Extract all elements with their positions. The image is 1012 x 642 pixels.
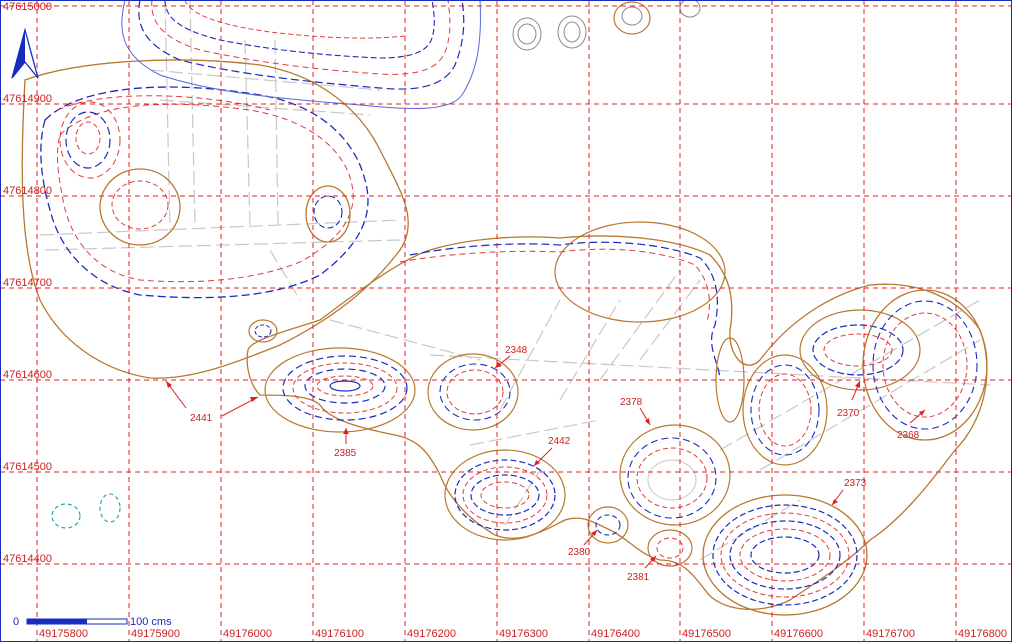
x-coordinate-label: 49176800 — [958, 628, 1007, 640]
x-coordinate-label: 49176100 — [315, 628, 364, 640]
y-coordinate-label: 47615000 — [3, 1, 52, 13]
label-2368: 2368 — [897, 430, 920, 441]
scale-start-label: 0 — [13, 616, 19, 628]
x-coordinate-label: 49176200 — [407, 628, 456, 640]
scale-end-label: 100 cms — [130, 616, 172, 628]
y-coordinate-label: 47614800 — [3, 185, 52, 197]
label-2370: 2370 — [837, 408, 860, 419]
x-coordinate-label: 49175800 — [39, 628, 88, 640]
y-coordinate-label: 47614600 — [3, 369, 52, 381]
y-coordinate-label: 47614400 — [3, 553, 52, 565]
x-coordinate-label: 49176700 — [866, 628, 915, 640]
x-coordinate-label: 49176500 — [682, 628, 731, 640]
x-coordinate-label: 49176000 — [223, 628, 272, 640]
y-coordinate-label: 47614900 — [3, 93, 52, 105]
label-2441: 2441 — [190, 413, 213, 424]
label-2378: 2378 — [620, 397, 643, 408]
archaeological-site-map: 47615000 47614900 47614800 47614700 47614600… — [0, 0, 1012, 642]
label-2373: 2373 — [844, 478, 867, 489]
x-coordinate-label: 49176400 — [591, 628, 640, 640]
map-background — [0, 0, 1012, 642]
label-2442: 2442 — [548, 436, 571, 447]
x-coordinate-label: 49175900 — [131, 628, 180, 640]
label-2380: 2380 — [568, 547, 591, 558]
label-2385: 2385 — [334, 448, 357, 459]
label-2381: 2381 — [627, 572, 650, 583]
y-coordinate-label: 47614500 — [3, 461, 52, 473]
x-coordinate-label: 49176600 — [774, 628, 823, 640]
y-coordinate-label: 47614700 — [3, 277, 52, 289]
x-coordinate-label: 49176300 — [499, 628, 548, 640]
label-2348: 2348 — [505, 345, 528, 356]
